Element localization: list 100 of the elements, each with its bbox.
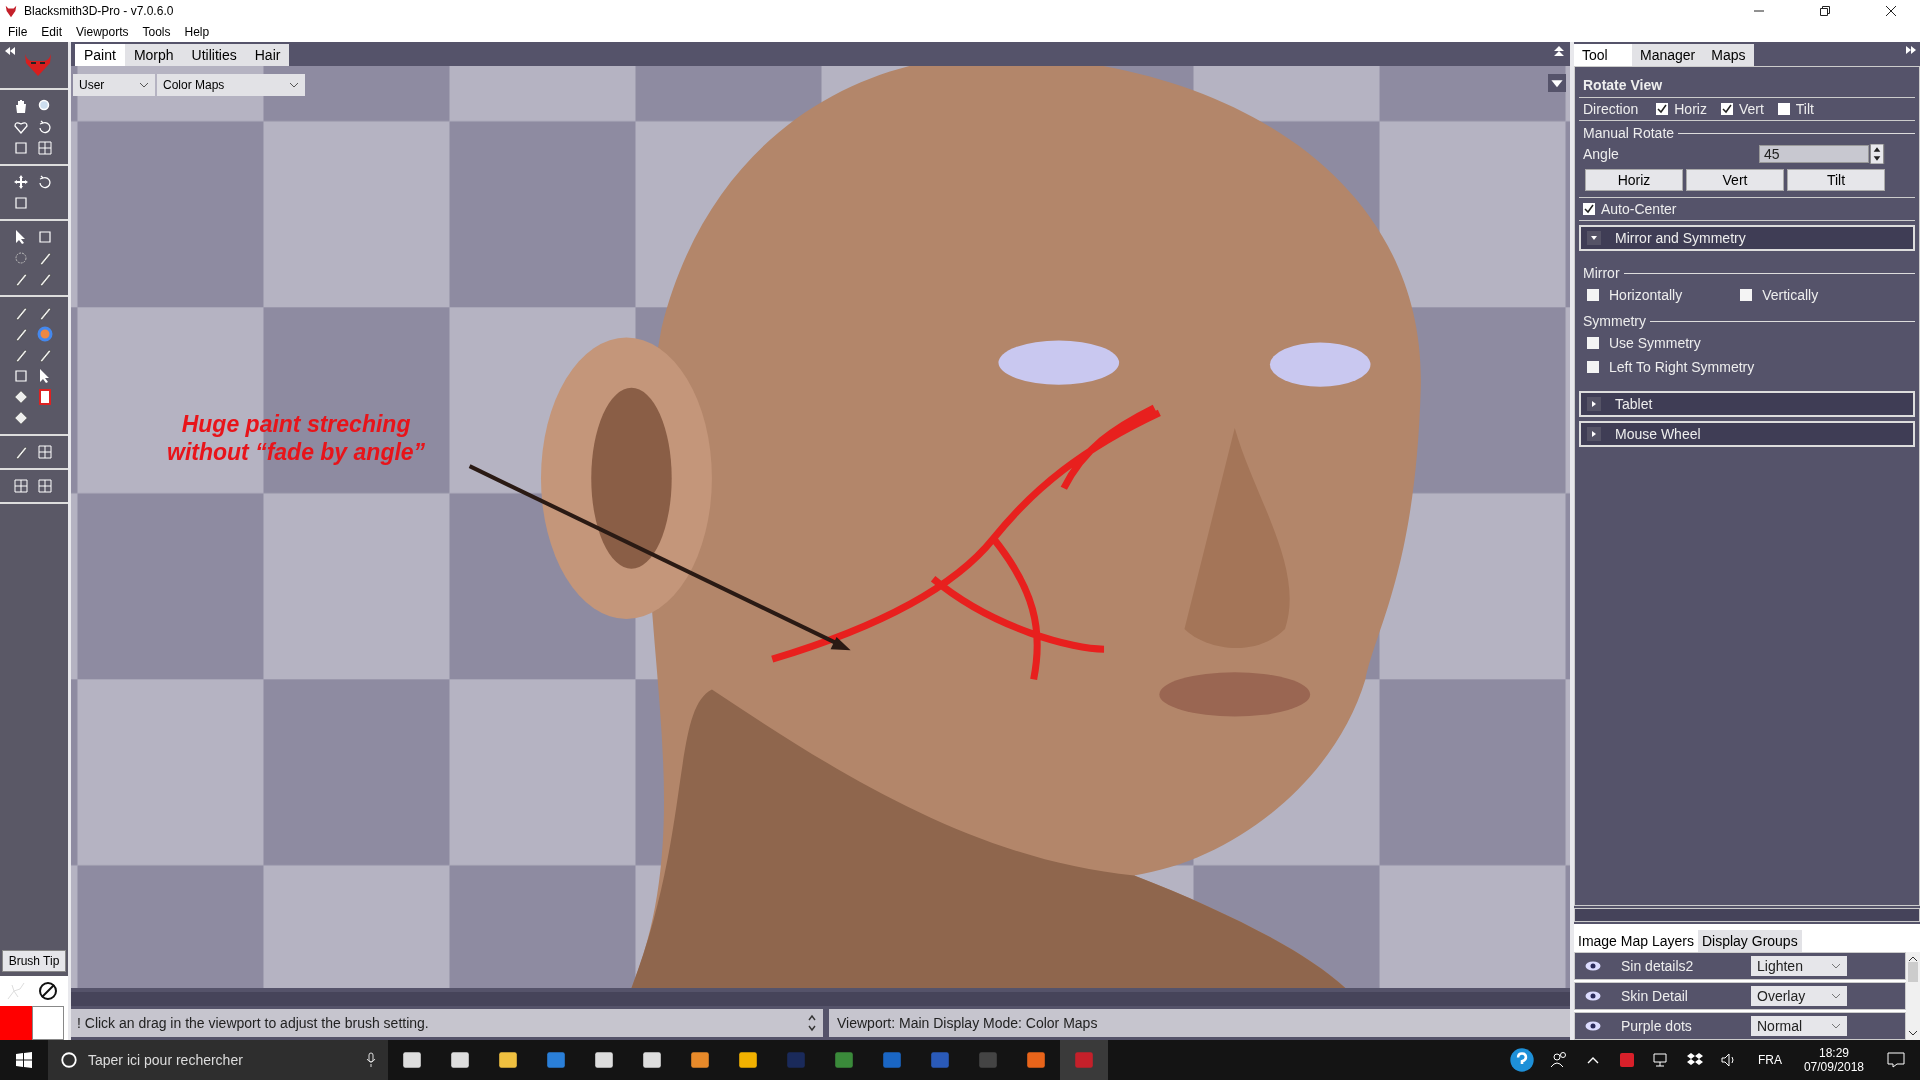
panel-tab[interactable]: Tool — [1574, 44, 1632, 66]
rotate-button[interactable]: Horiz — [1585, 169, 1683, 191]
selection-icon[interactable] — [37, 229, 53, 245]
rotate-button[interactable]: Vert — [1686, 169, 1784, 191]
layer-row[interactable]: Skin Detail Overlay — [1574, 982, 1906, 1010]
layer-row[interactable]: Sin details2 Lighten — [1574, 952, 1906, 980]
brush-tip-button[interactable]: Brush Tip — [2, 950, 66, 972]
checkbox[interactable] — [1587, 361, 1599, 373]
blend-mode-dropdown[interactable]: Lighten — [1751, 956, 1847, 976]
group-title: Mirror — [1583, 265, 1620, 281]
layer-name: Skin Detail — [1621, 988, 1689, 1004]
checkbox-label: Auto-Center — [1601, 201, 1677, 217]
scroll-down-icon[interactable] — [1908, 1030, 1918, 1036]
checkbox[interactable] — [1583, 203, 1595, 215]
checkbox-label: Use Symmetry — [1609, 335, 1701, 351]
color-wheel-icon[interactable] — [37, 326, 53, 342]
eye-icon[interactable] — [1585, 1021, 1601, 1031]
chevron-down-icon[interactable] — [1831, 963, 1841, 969]
people-icon[interactable] — [1548, 1050, 1569, 1070]
window-title: Blacksmith3D-Pro - v7.0.6.0 — [24, 4, 174, 18]
layer-name: Purple dots — [1621, 1018, 1693, 1034]
field-label: Angle — [1583, 146, 1619, 162]
checkbox-label: Vertically — [1762, 287, 1819, 303]
blend-mode-dropdown[interactable]: Overlay — [1751, 986, 1847, 1006]
lasso-icon[interactable] — [13, 250, 29, 266]
heart-icon[interactable] — [13, 119, 29, 135]
grid-icon[interactable] — [13, 478, 29, 494]
checkbox[interactable] — [1587, 337, 1599, 349]
checkbox[interactable] — [1656, 103, 1669, 115]
grid-icon[interactable] — [37, 140, 53, 156]
menu-item[interactable]: Edit — [41, 25, 63, 39]
checkbox-label: Left To Right Symmetry — [1609, 359, 1755, 375]
checkbox[interactable] — [1777, 103, 1790, 115]
grid-icon[interactable] — [37, 444, 53, 460]
taskbar-search-field[interactable]: Taper ici pour rechercher — [48, 1040, 388, 1080]
viewport-status: Viewport: Main Display Mode: Color Maps — [829, 1009, 1570, 1037]
collapse-icon[interactable] — [5, 47, 15, 55]
eye-icon[interactable] — [1585, 991, 1601, 1001]
viewport-tab[interactable]: Utilities — [182, 44, 246, 66]
square-icon[interactable] — [13, 140, 29, 156]
language-indicator[interactable]: FRA — [1757, 1053, 1782, 1067]
section-header[interactable]: Tablet — [1579, 391, 1915, 417]
chevron-down-icon[interactable] — [139, 82, 149, 88]
checkbox[interactable] — [1740, 289, 1753, 301]
chevron-down-icon[interactable] — [1831, 993, 1841, 999]
expand-icon[interactable] — [1906, 46, 1916, 54]
annotation-text: Huge paint streching without “fade by angle” — [167, 410, 426, 466]
help-icon[interactable] — [1508, 1047, 1535, 1073]
map-type-dropdown[interactable]: Color Maps — [157, 74, 305, 96]
menu-item[interactable]: Tools — [142, 25, 171, 39]
diamond-icon[interactable] — [13, 389, 29, 405]
page-icon[interactable] — [37, 389, 53, 405]
no-texture-icon[interactable] — [38, 981, 58, 1001]
group-title: Manual Rotate — [1583, 125, 1675, 141]
angle-input[interactable]: 45 — [1759, 145, 1869, 163]
scroll-arrows-icon[interactable] — [807, 1013, 817, 1033]
app-logo-icon — [4, 4, 18, 18]
rotate-icon[interactable] — [37, 174, 53, 190]
checkbox-label: Horiz — [1674, 101, 1707, 117]
menu-item[interactable]: File — [8, 25, 28, 39]
spinner-icon[interactable] — [1869, 144, 1885, 164]
chevron-down-icon[interactable] — [289, 82, 299, 88]
status-message: ! Click an drag in the viewport to adjust the brush setting. — [71, 1009, 823, 1037]
scroll-up-icon[interactable] — [1908, 956, 1918, 962]
menu-item[interactable]: Help — [184, 25, 210, 39]
rotate-button[interactable]: Tilt — [1787, 169, 1885, 191]
secondary-color-swatch[interactable] — [32, 1006, 64, 1040]
notification-icon[interactable] — [1886, 1050, 1906, 1070]
panel-scrollbar[interactable] — [1574, 908, 1920, 922]
checkbox-label: Tilt — [1795, 101, 1814, 117]
blend-mode-dropdown[interactable]: Normal — [1751, 1016, 1847, 1036]
viewport-tab[interactable]: Hair — [245, 44, 290, 66]
clock[interactable]: 18:29 07/09/2018 — [1803, 1046, 1864, 1074]
layer-tab[interactable]: Display Groups — [1697, 930, 1802, 952]
grid-icon[interactable] — [37, 478, 53, 494]
chevron-down-icon[interactable] — [1831, 1023, 1841, 1029]
brush-stroke-icon — [6, 981, 26, 1001]
scrollbar[interactable] — [1906, 952, 1920, 1040]
move-icon[interactable] — [13, 174, 29, 190]
checkbox[interactable] — [1720, 103, 1733, 115]
collapse-up-icon[interactable] — [1554, 46, 1564, 56]
section-header[interactable]: Mirror and Symmetry — [1579, 225, 1915, 251]
hand-icon[interactable] — [13, 98, 29, 114]
viewport-tab[interactable]: Morph — [124, 44, 183, 66]
checkbox-label: Horizontally — [1609, 287, 1683, 303]
primary-color-swatch[interactable] — [0, 1006, 32, 1040]
layer-row[interactable]: Purple dots Normal — [1574, 1012, 1906, 1040]
checkbox[interactable] — [1587, 289, 1599, 301]
scroll-thumb[interactable] — [1908, 962, 1918, 982]
microphone-icon[interactable] — [366, 1052, 376, 1068]
eye-icon[interactable] — [1585, 961, 1601, 971]
preset-dropdown[interactable]: User — [73, 74, 155, 96]
rotate-icon[interactable] — [37, 119, 53, 135]
panel-tab[interactable]: Manager — [1632, 44, 1704, 66]
viewport-tab[interactable]: Paint — [75, 44, 125, 66]
menu-item[interactable]: Viewports — [76, 25, 129, 39]
section-header[interactable]: Mouse Wheel — [1579, 421, 1915, 447]
section-title: Rotate View — [1583, 77, 1663, 93]
layer-name: Sin details2 — [1621, 958, 1695, 974]
panel-tab[interactable]: Maps — [1703, 44, 1754, 66]
